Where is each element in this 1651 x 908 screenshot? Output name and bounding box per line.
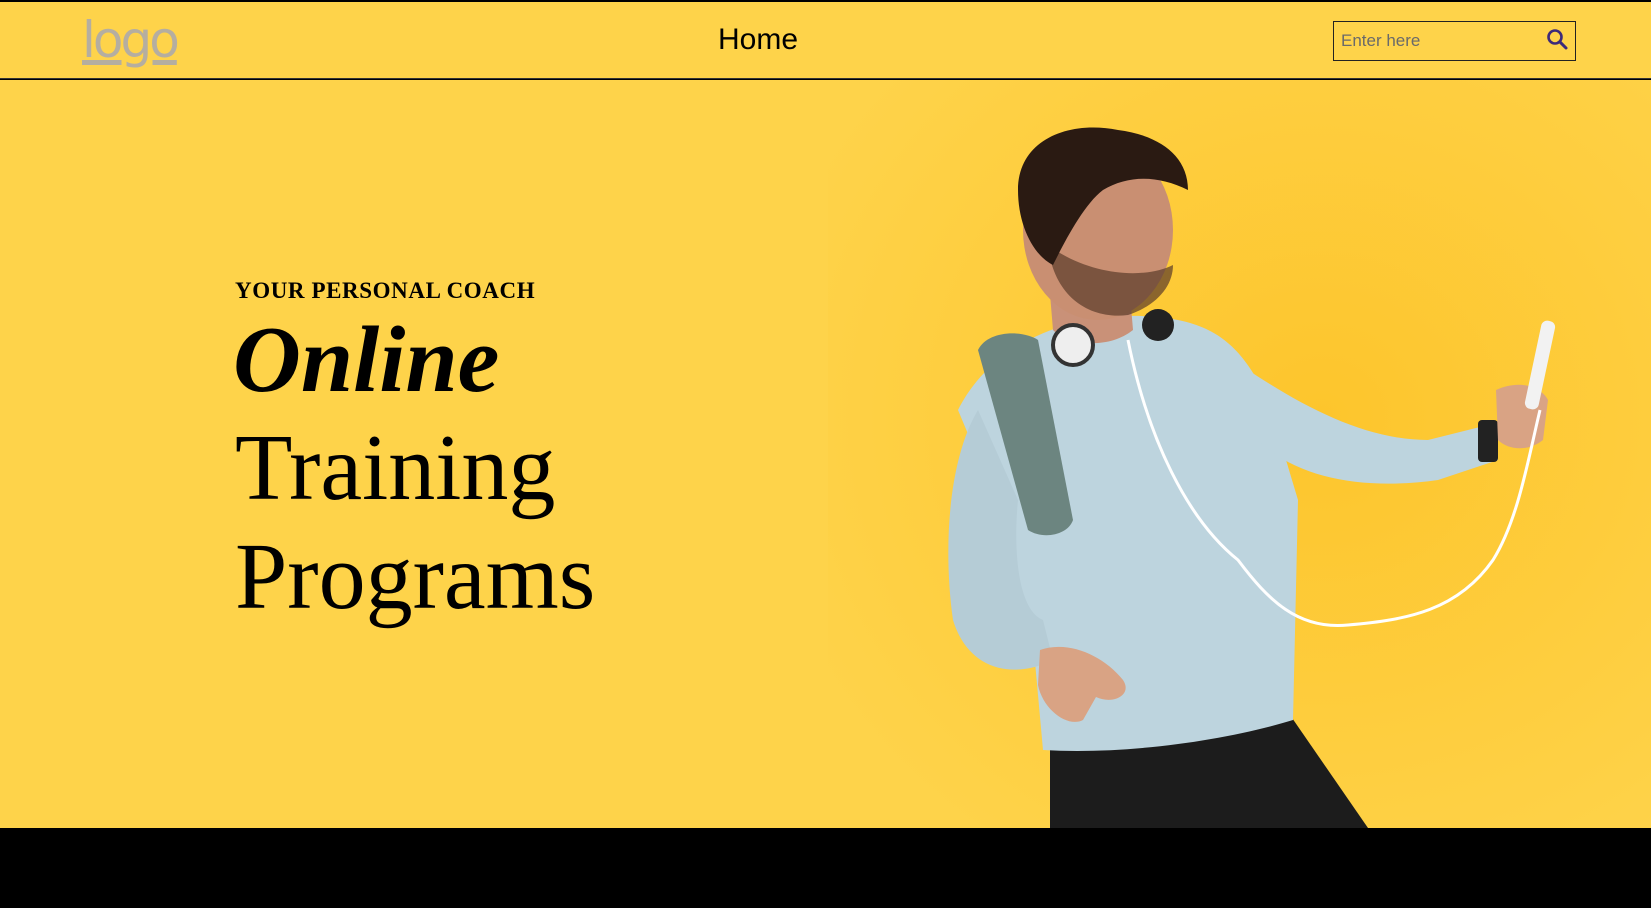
hero-headline-line-1: Online	[233, 308, 500, 412]
search-input[interactable]	[1334, 22, 1534, 59]
site-header: logo Home	[0, 2, 1651, 79]
hero-eyebrow: YOUR PERSONAL COACH	[235, 278, 536, 303]
hero-image	[828, 80, 1651, 828]
hero-section: YOUR PERSONAL COACH Online Training Prog…	[0, 80, 1651, 828]
nav-link-home[interactable]: Home	[718, 22, 798, 58]
search-icon	[1547, 29, 1568, 50]
hero-headline-line-3: Programs	[235, 525, 596, 629]
logo[interactable]: logo	[82, 10, 180, 70]
search-box	[1333, 21, 1576, 61]
hero-headline-line-2: Training	[235, 416, 556, 520]
footer-band	[0, 828, 1651, 908]
search-button[interactable]	[1545, 27, 1571, 53]
